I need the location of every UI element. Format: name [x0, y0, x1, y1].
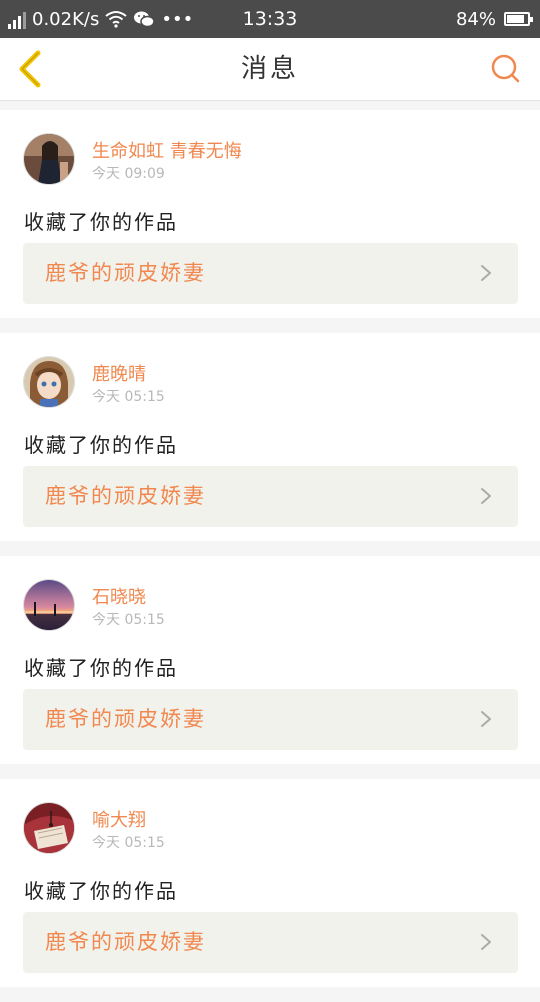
back-button[interactable]	[12, 50, 48, 88]
battery-percent: 84%	[455, 8, 496, 30]
message-card: 喻大翔 今天 05:15 收藏了你的作品 鹿爷的顽皮娇妻	[0, 779, 540, 987]
sender-name[interactable]: 喻大翔	[92, 806, 146, 832]
search-button[interactable]	[488, 51, 522, 85]
work-title: 鹿爷的顽皮娇妻	[45, 484, 206, 508]
status-right: 84%	[455, 0, 533, 38]
chevron-right-icon	[481, 488, 491, 504]
sender-name[interactable]: 鹿晚晴	[92, 360, 146, 386]
status-bar: 0.02K/s ••• 13:33 84%	[0, 0, 540, 38]
chevron-right-icon	[481, 711, 491, 727]
avatar[interactable]	[24, 134, 74, 184]
work-link[interactable]: 鹿爷的顽皮娇妻	[23, 689, 518, 750]
message-card: 石晓晓 今天 05:15 收藏了你的作品 鹿爷的顽皮娇妻	[0, 556, 540, 764]
message-time: 今天 05:15	[92, 835, 165, 851]
sender-name[interactable]: 生命如虹 青春无悔	[92, 137, 242, 163]
work-title: 鹿爷的顽皮娇妻	[45, 707, 206, 731]
avatar[interactable]	[24, 803, 74, 853]
work-link[interactable]: 鹿爷的顽皮娇妻	[23, 912, 518, 973]
chevron-left-icon	[19, 50, 41, 88]
message-time: 今天 05:15	[92, 389, 165, 405]
message-card: 生命如虹 青春无悔 今天 09:09 收藏了你的作品 鹿爷的顽皮娇妻	[0, 110, 540, 318]
avatar[interactable]	[24, 580, 74, 630]
message-card: 鹿晚晴 今天 05:15 收藏了你的作品 鹿爷的顽皮娇妻	[0, 333, 540, 541]
action-text: 收藏了你的作品	[24, 210, 178, 234]
message-list: 生命如虹 青春无悔 今天 09:09 收藏了你的作品 鹿爷的顽皮娇妻 鹿晚晴 今…	[0, 110, 540, 1002]
message-time: 今天 09:09	[92, 166, 165, 182]
work-link[interactable]: 鹿爷的顽皮娇妻	[23, 466, 518, 527]
chevron-right-icon	[481, 265, 491, 281]
battery-fill	[507, 15, 524, 23]
message-time: 今天 05:15	[92, 612, 165, 628]
work-link[interactable]: 鹿爷的顽皮娇妻	[23, 243, 518, 304]
action-text: 收藏了你的作品	[24, 433, 178, 457]
work-title: 鹿爷的顽皮娇妻	[45, 261, 206, 285]
action-text: 收藏了你的作品	[24, 656, 178, 680]
action-text: 收藏了你的作品	[24, 879, 178, 903]
avatar[interactable]	[24, 357, 74, 407]
nav-bar: 消息	[0, 38, 540, 101]
search-icon	[491, 54, 520, 83]
page-title: 消息	[240, 54, 299, 84]
battery-icon	[504, 12, 533, 26]
work-title: 鹿爷的顽皮娇妻	[45, 930, 206, 954]
chevron-right-icon	[481, 934, 491, 950]
sender-name[interactable]: 石晓晓	[92, 583, 146, 609]
